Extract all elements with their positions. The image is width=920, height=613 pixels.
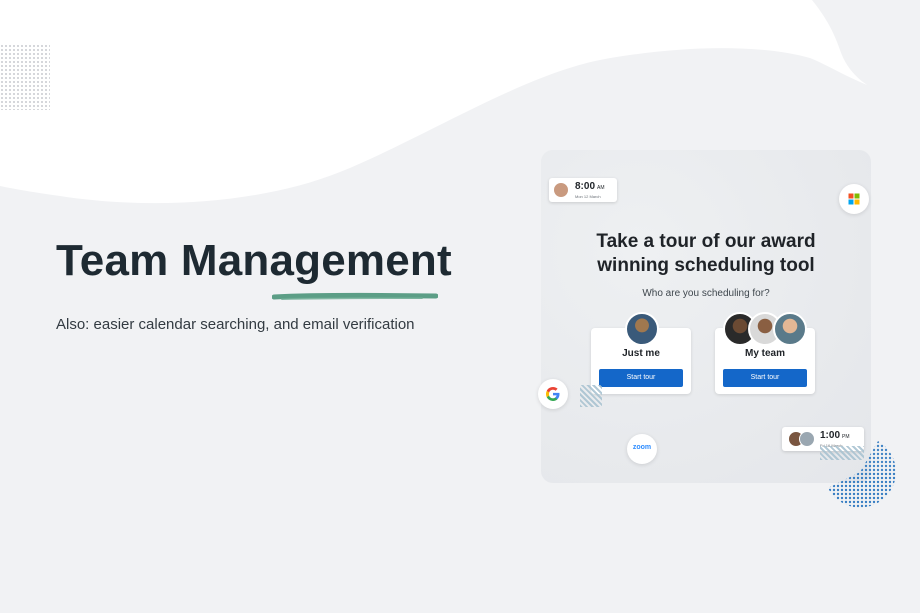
option-label: Just me [622, 348, 660, 359]
title-underline [272, 292, 438, 300]
avatar [799, 431, 815, 447]
microsoft-icon [839, 184, 869, 214]
time-date: Mon 12 March [575, 194, 601, 199]
promo-title: Take a tour of our award winning scheduli… [596, 231, 816, 276]
dot-pattern [0, 44, 50, 110]
option-label: My team [744, 348, 785, 359]
page-title: Team Management [56, 236, 452, 285]
start-tour-button[interactable]: Start tour [723, 369, 807, 387]
time-ampm: AM [597, 185, 605, 191]
decorative-dot-circle [828, 441, 896, 508]
page: Team Management Also: easier calendar se… [0, 0, 920, 613]
promo-question: Who are you scheduling for? [642, 288, 770, 299]
google-icon [538, 379, 568, 409]
page-subtitle: Also: easier calendar searching, and ema… [56, 316, 415, 333]
time-chip-top: 8:00 AM Mon 12 March [549, 178, 617, 202]
avatar [553, 182, 569, 198]
avatar [773, 312, 807, 346]
zoom-label: zoom [632, 444, 652, 451]
time-value: 8:00 [575, 181, 596, 192]
avatar [625, 312, 659, 346]
zoom-icon: zoom [627, 434, 657, 464]
decorative-hatch [580, 385, 602, 407]
start-tour-button[interactable]: Start tour [599, 369, 683, 387]
